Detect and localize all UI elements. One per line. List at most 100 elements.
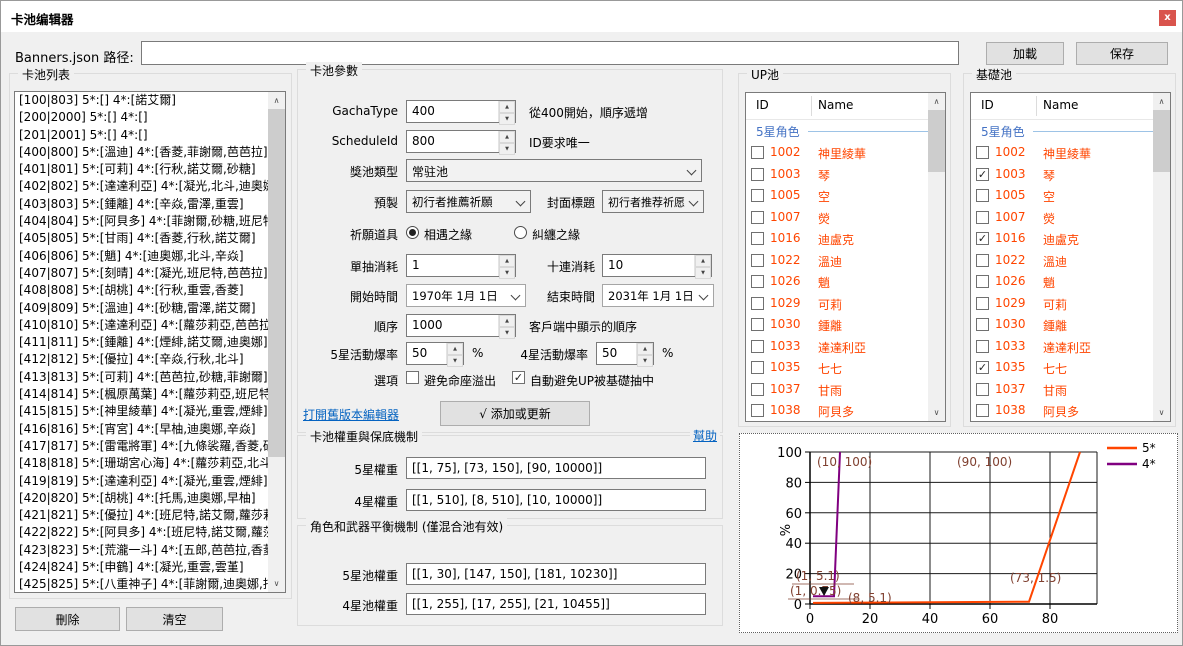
pool-table-row[interactable]: 1022溫迪 (746, 250, 945, 272)
weight5-input[interactable]: [[1, 75], [73, 150], [90, 10000]] (406, 457, 706, 479)
row-checkbox[interactable] (751, 146, 764, 159)
pool-list-item[interactable]: [100|803] 5*:[] 4*:[諾艾爾] (15, 92, 269, 109)
pool-list-item[interactable]: [409|809] 5*:[溫迪] 4*:[砂糖,雷澤,諾艾爾] (15, 300, 269, 317)
spinner-up-down-icons[interactable]: ▲▼ (636, 343, 653, 364)
pool-table-row[interactable]: 1030鍾離 (746, 314, 945, 336)
pool-list-item[interactable]: [425|825] 5*:[八重神子] 4*:[菲謝爾,迪奧娜,托馬] (15, 576, 269, 593)
row-checkbox[interactable] (751, 275, 764, 288)
row-checkbox[interactable] (976, 275, 989, 288)
base-pool-table[interactable]: ID Name 5星角色 1002神里綾華✓1003琴1005空1007熒✓10… (970, 92, 1171, 422)
help-link[interactable]: 幫助 (690, 427, 720, 444)
pool-table-row[interactable]: 1033達達利亞 (971, 336, 1170, 358)
row-checkbox[interactable] (976, 189, 989, 202)
pool-table-row[interactable]: ✓1035七七 (971, 357, 1170, 379)
row-checkbox[interactable] (976, 297, 989, 310)
auto-avoid-up-in-base-checkbox[interactable]: ✓ (512, 371, 525, 384)
pool-table-row[interactable]: 1037甘雨 (746, 379, 945, 401)
weight4-input[interactable]: [[1, 510], [8, 510], [10, 10000]] (406, 489, 706, 511)
pool-list-item[interactable]: [419|819] 5*:[達達利亞] 4*:[凝光,重雲,煙緋] (15, 473, 269, 490)
pool-weight5-input[interactable]: [[1, 30], [147, 150], [181, 10230]] (406, 563, 706, 585)
pool-list-item[interactable]: [420|820] 5*:[胡桃] 4*:[托馬,迪奧娜,早柚] (15, 490, 269, 507)
pool-table-row[interactable]: 1002神里綾華 (746, 142, 945, 164)
spinner-up-down-icons[interactable]: ▲▼ (498, 101, 515, 122)
pool-list-item[interactable]: [417|817] 5*:[雷電將軍] 4*:[九條裟羅,香菱,砂糖] (15, 438, 269, 455)
pool-list-item[interactable]: [401|801] 5*:[可莉] 4*:[行秋,諾艾爾,砂糖] (15, 161, 269, 178)
scroll-down-icon[interactable]: ∨ (928, 404, 945, 421)
pool-list-item[interactable]: [402|802] 5*:[達達利亞] 4*:[凝光,北斗,迪奧娜] (15, 178, 269, 195)
rate5-spinner[interactable]: 50 ▲▼ (406, 342, 464, 365)
save-button[interactable]: 保存 (1076, 42, 1168, 65)
pool-list-item[interactable]: [418|818] 5*:[珊瑚宮心海] 4*:[蘿莎莉亞,北斗,行秋] (15, 455, 269, 472)
row-checkbox[interactable] (976, 146, 989, 159)
pool-table-row[interactable]: 1038阿貝多 (746, 400, 945, 422)
row-checkbox[interactable] (751, 232, 764, 245)
ten-cost-spinner[interactable]: 10 ▲▼ (602, 254, 712, 277)
gacha-type-spinner[interactable]: 400 ▲▼ (406, 100, 516, 123)
pool-list-item[interactable]: [424|824] 5*:[申鶴] 4*:[凝光,重雲,雲堇] (15, 559, 269, 576)
row-checkbox[interactable]: ✓ (976, 232, 989, 245)
pool-list-item[interactable]: [404|804] 5*:[阿貝多] 4*:[菲謝爾,砂糖,班尼特] (15, 213, 269, 230)
pool-list-item[interactable]: [422|822] 5*:[阿貝多] 4*:[班尼特,諾艾爾,蘿莎莉亞] (15, 524, 269, 541)
pool-table-row[interactable]: 1022溫迪 (971, 250, 1170, 272)
pool-table-row[interactable]: 1026魈 (746, 271, 945, 293)
row-checkbox[interactable] (976, 211, 989, 224)
pool-list-item[interactable]: [406|806] 5*:[魈] 4*:[迪奧娜,北斗,辛焱] (15, 248, 269, 265)
delete-button[interactable]: 刪除 (15, 607, 120, 631)
pool-list-item[interactable]: [415|815] 5*:[神里綾華] 4*:[凝光,重雲,煙緋] (15, 403, 269, 420)
radio-entwined-fate[interactable] (514, 226, 527, 239)
load-button[interactable]: 加載 (986, 42, 1064, 65)
pool-list-item[interactable]: [410|810] 5*:[達達利亞] 4*:[蘿莎莉亞,芭芭拉,菲謝爾] (15, 317, 269, 334)
row-checkbox[interactable] (751, 404, 764, 417)
scrollbar-thumb[interactable] (268, 109, 285, 457)
avoid-constellation-overflow-checkbox[interactable] (406, 371, 419, 384)
pool-listbox[interactable]: [100|803] 5*:[] 4*:[諾艾爾][200|2000] 5*:[]… (14, 91, 286, 593)
pool-weight4-input[interactable]: [[1, 255], [17, 255], [21, 10455]] (406, 593, 706, 615)
row-checkbox[interactable] (751, 254, 764, 267)
pool-table-row[interactable]: 1029可莉 (971, 293, 1170, 315)
pool-list-item[interactable]: [414|814] 5*:[楓原萬葉] 4*:[蘿莎莉亞,班尼特,雷澤] (15, 386, 269, 403)
rate4-spinner[interactable]: 50 ▲▼ (596, 342, 654, 365)
pool-table-row[interactable]: 1037甘雨 (971, 379, 1170, 401)
pool-table-row[interactable]: 1033達達利亞 (746, 336, 945, 358)
pool-table-row[interactable]: 1035七七 (746, 357, 945, 379)
scrollbar-thumb[interactable] (928, 110, 945, 172)
clear-button[interactable]: 清空 (126, 607, 223, 631)
up-pool-table[interactable]: ID Name 5星角色 1002神里綾華1003琴1005空1007熒1016… (745, 92, 946, 422)
spinner-up-down-icons[interactable]: ▲▼ (498, 315, 515, 336)
pool-table-row[interactable]: 1005空 (746, 185, 945, 207)
base-pool-scrollbar[interactable]: ∧ ∨ (1153, 93, 1170, 421)
pool-list-item[interactable]: [421|821] 5*:[優拉] 4*:[班尼特,諾艾爾,蘿莎莉亞] (15, 507, 269, 524)
path-input[interactable] (141, 41, 959, 65)
row-checkbox[interactable] (976, 318, 989, 331)
pool-table-row[interactable]: ✓1003琴 (971, 164, 1170, 186)
schedule-id-spinner[interactable]: 800 ▲▼ (406, 130, 516, 153)
pool-type-combobox[interactable]: 常驻池 (406, 159, 702, 182)
spinner-up-down-icons[interactable]: ▲▼ (498, 255, 515, 276)
pool-table-row[interactable]: 1038阿貝多 (971, 400, 1170, 422)
scroll-down-icon[interactable]: ∨ (1153, 404, 1170, 421)
pool-table-row[interactable]: ✓1016迪盧克 (971, 228, 1170, 250)
pool-list-item[interactable]: [416|816] 5*:[宵宮] 4*:[早柚,迪奧娜,辛焱] (15, 421, 269, 438)
add-or-update-button[interactable]: √ 添加或更新 (440, 401, 590, 426)
row-checkbox[interactable] (751, 383, 764, 396)
row-checkbox[interactable] (751, 168, 764, 181)
pool-list-item[interactable]: [413|813] 5*:[可莉] 4*:[芭芭拉,砂糖,菲謝爾] (15, 369, 269, 386)
scroll-up-icon[interactable]: ∧ (1153, 93, 1170, 110)
row-checkbox[interactable] (751, 211, 764, 224)
spinner-up-down-icons[interactable]: ▲▼ (446, 343, 463, 364)
row-checkbox[interactable] (751, 318, 764, 331)
scroll-up-icon[interactable]: ∧ (268, 92, 285, 109)
pool-table-row[interactable]: 1026魈 (971, 271, 1170, 293)
spinner-up-down-icons[interactable]: ▲▼ (694, 255, 711, 276)
pool-list-item[interactable]: [408|808] 5*:[胡桃] 4*:[行秋,重雲,香菱] (15, 282, 269, 299)
row-checkbox[interactable] (976, 404, 989, 417)
pool-list-item[interactable]: [405|805] 5*:[甘雨] 4*:[香菱,行秋,諾艾爾] (15, 230, 269, 247)
end-time-picker[interactable]: 2031年 1月 1日 (602, 284, 714, 307)
pool-list-item[interactable]: [403|803] 5*:[鍾離] 4*:[辛焱,雷澤,重雲] (15, 196, 269, 213)
row-checkbox[interactable] (751, 297, 764, 310)
pool-table-row[interactable]: 1029可莉 (746, 293, 945, 315)
pool-list-item[interactable]: [412|812] 5*:[優拉] 4*:[辛焱,行秋,北斗] (15, 351, 269, 368)
up-pool-scrollbar[interactable]: ∧ ∨ (928, 93, 945, 421)
pool-list-item[interactable]: [200|2000] 5*:[] 4*:[] (15, 109, 269, 126)
pool-table-row[interactable]: 1005空 (971, 185, 1170, 207)
